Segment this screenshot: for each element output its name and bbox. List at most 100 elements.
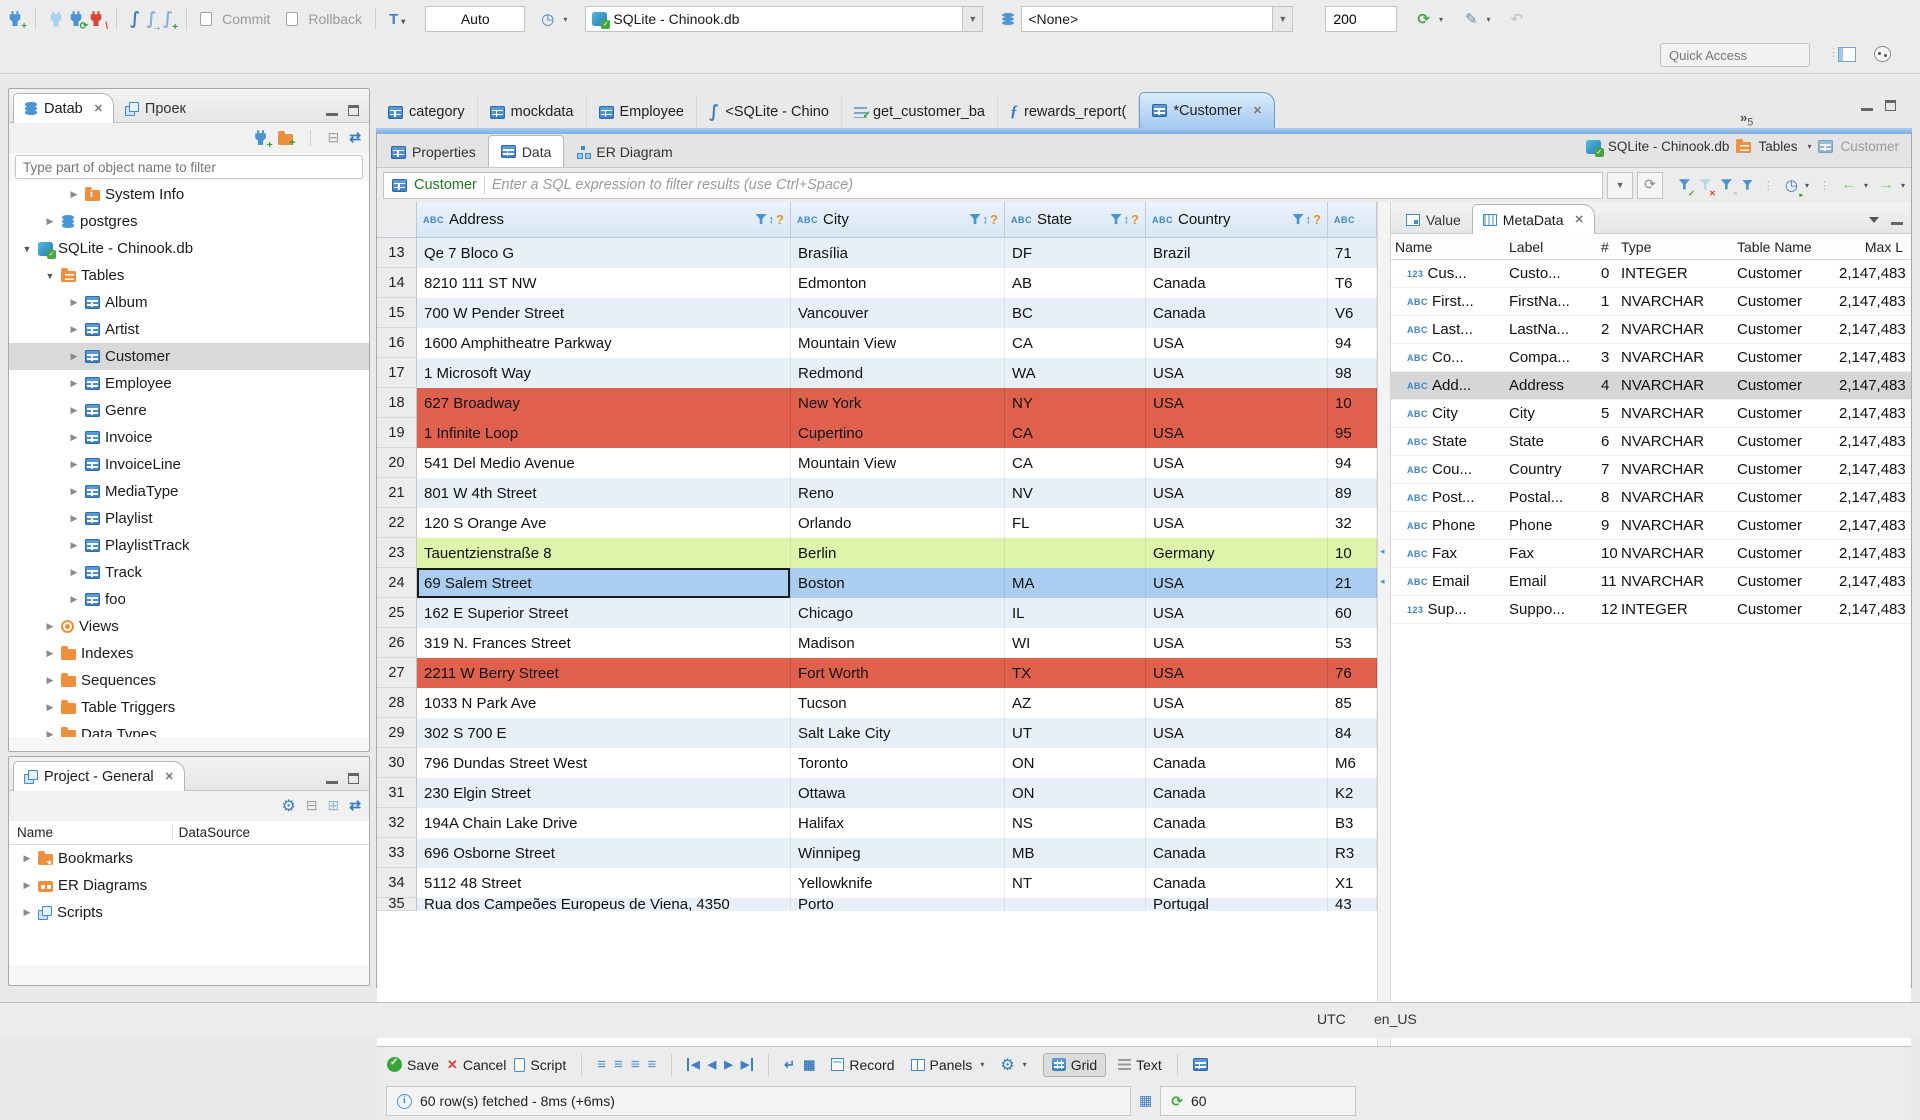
column-help-icon[interactable]: ?: [1131, 212, 1139, 227]
cell-city[interactable]: Reno: [791, 478, 1005, 508]
editor-tab[interactable]: Employee ✕: [587, 96, 697, 128]
remove-filter-icon[interactable]: ✕: [1699, 176, 1716, 198]
cell-address[interactable]: 700 W Pender Street: [417, 298, 791, 328]
tree-item[interactable]: ▶ Data Types: [9, 721, 369, 737]
navigator-filter-input[interactable]: [15, 155, 363, 179]
cell-state[interactable]: NT: [1005, 868, 1146, 898]
cell-address[interactable]: 230 Elgin Street: [417, 778, 791, 808]
tree-expand-arrow-icon[interactable]: ▶: [68, 351, 80, 362]
cell-country[interactable]: Canada: [1146, 298, 1328, 328]
cell-address[interactable]: 162 E Superior Street: [417, 598, 791, 628]
row-number-cell[interactable]: 16: [377, 328, 417, 358]
tree-expand-arrow-icon[interactable]: ▶: [68, 594, 80, 605]
row-number-cell[interactable]: 15: [377, 298, 417, 328]
cell-city[interactable]: New York: [791, 388, 1005, 418]
cell-country[interactable]: USA: [1146, 598, 1328, 628]
metadata-row[interactable]: ABC Email Email 11 NVARCHAR Customer 2,14…: [1391, 568, 1911, 596]
table-row[interactable]: 21 801 W 4th Street Reno NV USA 89: [377, 478, 1377, 508]
connection-dropdown-icon[interactable]: ▼: [962, 7, 983, 31]
fetch-next-page-icon[interactable]: ↵: [784, 1057, 795, 1073]
cell-address[interactable]: 8210 111 ST NW: [417, 268, 791, 298]
tree-item[interactable]: ▼ Tables: [9, 262, 369, 289]
table-row[interactable]: 32 194A Chain Lake Drive Halifax NS Cana…: [377, 808, 1377, 838]
cell-country[interactable]: Canada: [1146, 868, 1328, 898]
row-number-cell[interactable]: 19: [377, 418, 417, 448]
table-row[interactable]: 22 120 S Orange Ave Orlando FL USA 32: [377, 508, 1377, 538]
cell-state[interactable]: IL: [1005, 598, 1146, 628]
grid-column-header[interactable]: ABC Address ↕?: [417, 202, 791, 237]
cell-postalcode[interactable]: B3: [1328, 808, 1377, 838]
cell-address[interactable]: 1600 Amphitheatre Parkway: [417, 328, 791, 358]
metadata-row[interactable]: ABC State State 6 NVARCHAR Customer 2,147…: [1391, 428, 1911, 456]
history-icon[interactable]: [541, 10, 554, 29]
cell-address[interactable]: 302 S 700 E: [417, 718, 791, 748]
max-button[interactable]: [1885, 100, 1896, 111]
table-row[interactable]: 29 302 S 700 E Salt Lake City UT USA 84: [377, 718, 1377, 748]
cell-state[interactable]: WA: [1005, 358, 1146, 388]
close-icon[interactable]: ✕: [1253, 104, 1262, 117]
value-view-table-icon[interactable]: [1192, 1058, 1208, 1071]
disconnect-icon[interactable]: \: [89, 10, 108, 32]
cell-city[interactable]: Porto: [791, 898, 1005, 911]
tree-item[interactable]: ▶ InvoiceLine: [9, 451, 369, 478]
settings-button[interactable]: ▾: [1000, 1055, 1027, 1075]
metadata-row[interactable]: ABC Fax Fax 10 NVARCHAR Customer 2,147,48…: [1391, 540, 1911, 568]
cell-country[interactable]: Canada: [1146, 808, 1328, 838]
tree-expand-arrow-icon[interactable]: ▼: [21, 244, 33, 254]
nav-back-icon[interactable]: ←: [1841, 176, 1857, 194]
cell-city[interactable]: Edmonton: [791, 268, 1005, 298]
rollback-icon[interactable]: [286, 12, 299, 26]
editor-tab[interactable]: *Customer ✕: [1139, 92, 1276, 128]
commit-icon[interactable]: [200, 12, 213, 26]
row-number-cell[interactable]: 18: [377, 388, 417, 418]
cell-address[interactable]: 2211 W Berry Street: [417, 658, 791, 688]
tree-item[interactable]: ▶ Table Triggers: [9, 694, 369, 721]
connect-icon[interactable]: [50, 11, 62, 27]
cell-address[interactable]: 1033 N Park Ave: [417, 688, 791, 718]
table-row[interactable]: 31 230 Elgin Street Ottawa ON Canada K2: [377, 778, 1377, 808]
row-number-cell[interactable]: 32: [377, 808, 417, 838]
cell-postalcode[interactable]: 10: [1328, 538, 1377, 568]
tree-item[interactable]: ▶ Invoice: [9, 424, 369, 451]
cell-postalcode[interactable]: 60: [1328, 598, 1377, 628]
cell-state[interactable]: NV: [1005, 478, 1146, 508]
apply-filter-icon[interactable]: ✓: [1678, 176, 1695, 198]
cell-postalcode[interactable]: R3: [1328, 838, 1377, 868]
column-filter-icon[interactable]: [969, 214, 981, 225]
last-row-icon[interactable]: ▶: [741, 1058, 754, 1071]
locale-indicator[interactable]: en_US: [1374, 1011, 1417, 1027]
cell-country[interactable]: USA: [1146, 508, 1328, 538]
tab-overflow-button[interactable]: »5: [1732, 110, 1761, 129]
cell-city[interactable]: Boston: [791, 568, 1005, 598]
tree-expand-arrow-icon[interactable]: ▶: [68, 459, 80, 470]
metadata-row[interactable]: ABC Co... Compa... 3 NVARCHAR Customer 2,…: [1391, 344, 1911, 372]
tree-expand-arrow-icon[interactable]: ▶: [44, 729, 56, 737]
panels-button[interactable]: Panels ▾: [910, 1057, 984, 1073]
tab-metadata[interactable]: MetaData ✕: [1471, 204, 1595, 234]
editor-tab[interactable]: <SQLite - Chino ✕: [697, 96, 842, 128]
table-row[interactable]: 15 700 W Pender Street Vancouver BC Cana…: [377, 298, 1377, 328]
cell-address[interactable]: 120 S Orange Ave: [417, 508, 791, 538]
cell-country[interactable]: Canada: [1146, 268, 1328, 298]
cell-postalcode[interactable]: M6: [1328, 748, 1377, 778]
tree-item[interactable]: ▶ Customer: [9, 343, 369, 370]
table-row[interactable]: 18 627 Broadway New York NY USA 10: [377, 388, 1377, 418]
cell-city[interactable]: Salt Lake City: [791, 718, 1005, 748]
tab-database-navigator[interactable]: Datab ✕: [13, 93, 114, 123]
cell-address[interactable]: 1 Microsoft Way: [417, 358, 791, 388]
tree-expand-arrow-icon[interactable]: ▶: [68, 486, 80, 497]
result-subtab[interactable]: Data: [487, 135, 565, 167]
editor-tab[interactable]: category ✕: [376, 96, 478, 128]
row-number-cell[interactable]: 33: [377, 838, 417, 868]
cell-country[interactable]: Canada: [1146, 748, 1328, 778]
table-row[interactable]: 16 1600 Amphitheatre Parkway Mountain Vi…: [377, 328, 1377, 358]
tree-item[interactable]: ▶ Views: [9, 613, 369, 640]
cell-address[interactable]: 5112 48 Street: [417, 868, 791, 898]
tab-value[interactable]: Value: [1395, 204, 1472, 234]
metadata-row[interactable]: 123 Sup... Suppo... 12 INTEGER Customer 2…: [1391, 596, 1911, 624]
tree-expand-arrow-icon[interactable]: ▶: [21, 880, 33, 891]
cell-state[interactable]: BC: [1005, 298, 1146, 328]
cell-country[interactable]: USA: [1146, 628, 1328, 658]
row-number-cell[interactable]: 27: [377, 658, 417, 688]
metadata-row[interactable]: 123 Cus... Custo... 0 INTEGER Customer 2,…: [1391, 260, 1911, 288]
